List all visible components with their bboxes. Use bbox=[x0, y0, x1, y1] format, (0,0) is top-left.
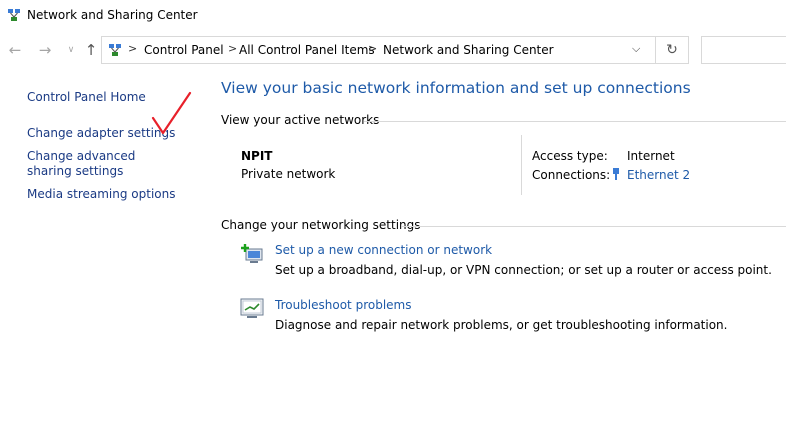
forward-arrow-icon[interactable]: → bbox=[36, 41, 54, 59]
address-bar[interactable]: > Control Panel > All Control Panel Item… bbox=[101, 36, 656, 64]
breadcrumb-network-center[interactable]: Network and Sharing Center bbox=[383, 43, 554, 57]
troubleshoot-link[interactable]: Troubleshoot problems bbox=[275, 298, 411, 312]
refresh-icon[interactable]: ↻ bbox=[656, 36, 689, 64]
window-title: Network and Sharing Center bbox=[27, 8, 198, 22]
title-bar: Network and Sharing Center bbox=[0, 0, 786, 32]
setup-connection-description: Set up a broadband, dial-up, or VPN conn… bbox=[275, 263, 772, 277]
network-name: NPIT bbox=[241, 149, 273, 163]
access-type-value: Internet bbox=[627, 149, 675, 163]
ethernet-icon bbox=[613, 168, 619, 180]
breadcrumb-all-items[interactable]: All Control Panel Items bbox=[239, 43, 375, 57]
sidebar-item-media-streaming[interactable]: Media streaming options bbox=[27, 187, 175, 202]
network-center-icon bbox=[8, 9, 20, 21]
setup-connection-link[interactable]: Set up a new connection or network bbox=[275, 243, 492, 257]
breadcrumb-control-panel[interactable]: Control Panel bbox=[144, 43, 224, 57]
section-divider bbox=[364, 121, 786, 122]
red-checkmark-annotation bbox=[151, 91, 192, 135]
page-title: View your basic network information and … bbox=[221, 79, 691, 97]
back-arrow-icon[interactable]: ← bbox=[6, 41, 24, 59]
search-input[interactable] bbox=[701, 36, 786, 64]
connections-label: Connections: bbox=[532, 168, 611, 182]
address-dropdown-icon[interactable]: ⌵ bbox=[632, 42, 640, 56]
breadcrumb-separator[interactable]: > bbox=[128, 42, 137, 55]
connection-ethernet-link[interactable]: Ethernet 2 bbox=[627, 168, 690, 182]
section-divider bbox=[402, 226, 786, 227]
up-arrow-icon[interactable]: ↑ bbox=[82, 41, 100, 59]
active-networks-heading: View your active networks bbox=[221, 113, 380, 127]
navigation-bar: ← → ∨ ↑ > Control Panel > All Control Pa… bbox=[0, 34, 786, 68]
troubleshoot-description: Diagnose and repair network problems, or… bbox=[275, 318, 728, 332]
breadcrumb-separator[interactable]: > bbox=[228, 42, 237, 55]
control-panel-icon bbox=[109, 44, 121, 56]
access-type-label: Access type: bbox=[532, 149, 608, 163]
chevron-down-icon[interactable]: ∨ bbox=[62, 41, 80, 59]
sidebar-item-change-advanced-sharing[interactable]: Change advanced sharing settings bbox=[27, 149, 177, 179]
breadcrumb-separator[interactable]: > bbox=[368, 42, 377, 55]
vertical-divider bbox=[521, 135, 522, 195]
sidebar-item-control-panel-home[interactable]: Control Panel Home bbox=[27, 90, 146, 105]
troubleshoot-icon bbox=[240, 298, 264, 318]
new-connection-icon bbox=[241, 244, 263, 263]
network-category: Private network bbox=[241, 167, 336, 181]
networking-settings-heading: Change your networking settings bbox=[221, 218, 421, 232]
